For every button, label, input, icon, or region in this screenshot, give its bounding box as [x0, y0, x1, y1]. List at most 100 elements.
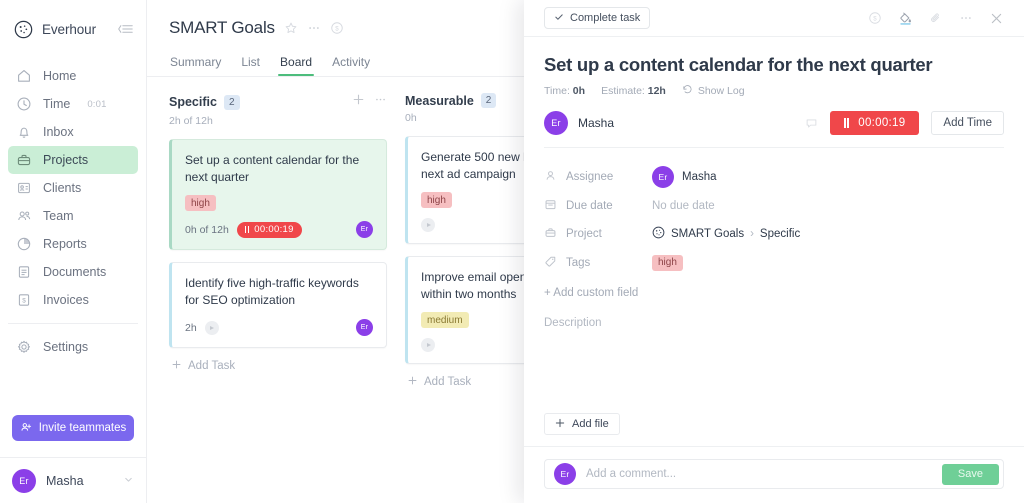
invite-teammates-button[interactable]: Invite teammates	[12, 415, 134, 441]
svg-text:$: $	[873, 15, 877, 22]
field-label: Assignee	[566, 171, 614, 184]
play-icon[interactable]	[421, 218, 435, 232]
sidebar-user-name: Masha	[46, 473, 84, 488]
task-card-timer-value: 00:00:19	[254, 224, 294, 235]
collapse-sidebar-icon[interactable]	[116, 22, 134, 36]
sidebar-item-label: Documents	[43, 264, 107, 279]
more-dots-icon[interactable]	[307, 21, 321, 35]
clock-icon	[16, 96, 32, 112]
task-card-footer: 2h Er	[185, 319, 373, 336]
complete-task-button[interactable]: Complete task	[544, 7, 651, 29]
breadcrumb-section[interactable]: Specific	[760, 228, 800, 240]
star-icon[interactable]	[284, 21, 298, 35]
task-card[interactable]: Identify five high-traffic keywords for …	[169, 262, 387, 348]
more-dots-icon[interactable]	[959, 11, 973, 25]
column-title: Specific	[169, 95, 217, 109]
add-custom-field-button[interactable]: + Add custom field	[544, 287, 1004, 299]
due-date-value: No due date	[652, 199, 715, 212]
avatar: Er	[12, 468, 36, 493]
field-tags-label-wrap: Tags	[544, 255, 652, 271]
task-time-value: 0h	[572, 85, 586, 97]
play-icon[interactable]	[204, 320, 219, 335]
plus-icon[interactable]	[352, 93, 365, 111]
field-project[interactable]: Project SMART Goals › Specific	[544, 220, 1004, 249]
close-icon[interactable]	[989, 11, 1004, 26]
column-title: Measurable	[405, 93, 474, 108]
task-title[interactable]: Set up a content calendar for the next q…	[544, 54, 1004, 76]
panel-title-section: Set up a content calendar for the next q…	[524, 37, 1024, 98]
show-log-button[interactable]: Show Log	[682, 84, 745, 98]
breadcrumb-separator: ›	[750, 228, 754, 241]
breadcrumb-project[interactable]: SMART Goals	[671, 228, 744, 240]
task-fields: Assignee Er Masha Due date No due date P…	[524, 148, 1024, 299]
comment-box: Er Save	[544, 459, 1004, 489]
add-task-button[interactable]: Add Task	[169, 359, 387, 373]
task-card-timer[interactable]: 00:00:19	[236, 221, 302, 238]
field-due-date[interactable]: Due date No due date	[544, 192, 1004, 221]
chevron-down-icon[interactable]	[123, 472, 134, 490]
dollar-circle-icon[interactable]: $	[868, 11, 882, 25]
bell-icon	[16, 124, 32, 140]
invite-teammates-label: Invite teammates	[38, 422, 127, 434]
timer-user-name: Masha	[578, 116, 615, 130]
add-time-button[interactable]: Add Time	[931, 111, 1004, 135]
field-assignee-label-wrap: Assignee	[544, 169, 652, 185]
sidebar-user[interactable]: Er Masha	[0, 457, 146, 503]
description-field[interactable]: Description	[524, 299, 1024, 413]
task-card-tag[interactable]: medium	[421, 312, 469, 328]
complete-task-label: Complete task	[570, 12, 641, 24]
sidebar-item-home[interactable]: Home	[8, 62, 138, 90]
dollar-circle-icon[interactable]: $	[330, 21, 344, 35]
sidebar-item-team[interactable]: Team	[8, 202, 138, 230]
sidebar-brand: Everhour	[0, 0, 146, 58]
sidebar-item-projects[interactable]: Projects	[8, 146, 138, 174]
people-icon	[16, 208, 32, 224]
tab-list[interactable]: List	[241, 55, 260, 76]
sidebar-item-label: Invoices	[43, 292, 89, 307]
sidebar-item-settings[interactable]: Settings	[8, 333, 138, 361]
comment-input[interactable]	[586, 468, 932, 480]
status-badge[interactable]: high	[652, 254, 683, 271]
everhour-app: Everhour Home Time 0:01 Inbox Projects C…	[0, 0, 1024, 503]
document-icon	[16, 264, 32, 280]
field-tags[interactable]: Tags high	[544, 249, 1004, 278]
column-actions	[352, 93, 387, 111]
sidebar-item-label: Inbox	[43, 124, 74, 139]
sidebar-item-label: Projects	[43, 152, 89, 167]
task-card[interactable]: Set up a content calendar for the next q…	[169, 139, 387, 250]
add-task-label: Add Task	[188, 360, 236, 372]
task-time-label: Time:	[544, 85, 570, 97]
avatar: Er	[356, 319, 373, 336]
pause-icon	[244, 226, 250, 233]
field-assignee[interactable]: Assignee Er Masha	[544, 163, 1004, 192]
sidebar-item-documents[interactable]: Documents	[8, 258, 138, 286]
play-icon[interactable]	[421, 338, 435, 352]
pause-icon	[843, 118, 850, 128]
sidebar-item-clients[interactable]: Clients	[8, 174, 138, 202]
everhour-logo-icon	[14, 20, 33, 39]
task-card-tag[interactable]: high	[185, 195, 216, 211]
paperclip-icon[interactable]	[929, 11, 943, 25]
sidebar-item-invoices[interactable]: $ Invoices	[8, 286, 138, 314]
sidebar-item-inbox[interactable]: Inbox	[8, 118, 138, 146]
save-button[interactable]: Save	[941, 463, 999, 485]
task-card-tag[interactable]: high	[421, 192, 452, 208]
field-due-date-label-wrap: Due date	[544, 198, 652, 214]
tab-activity[interactable]: Activity	[332, 55, 370, 76]
tab-summary[interactable]: Summary	[170, 55, 221, 76]
show-log-label: Show Log	[697, 85, 745, 97]
sidebar-item-reports[interactable]: Reports	[8, 230, 138, 258]
note-icon[interactable]	[805, 117, 818, 130]
assignee-name: Masha	[682, 171, 717, 184]
id-card-icon	[16, 180, 32, 196]
tab-board[interactable]: Board	[278, 55, 315, 76]
more-dots-icon[interactable]	[374, 93, 387, 111]
sidebar-item-time[interactable]: Time 0:01	[8, 90, 138, 118]
stop-timer-button[interactable]: 00:00:19	[829, 111, 920, 135]
paint-bucket-icon[interactable]	[898, 11, 913, 26]
sidebar-item-label: Reports	[43, 236, 87, 251]
add-file-button[interactable]: Add file	[544, 413, 620, 435]
avatar: Er	[554, 463, 576, 485]
field-project-label-wrap: Project	[544, 226, 652, 242]
